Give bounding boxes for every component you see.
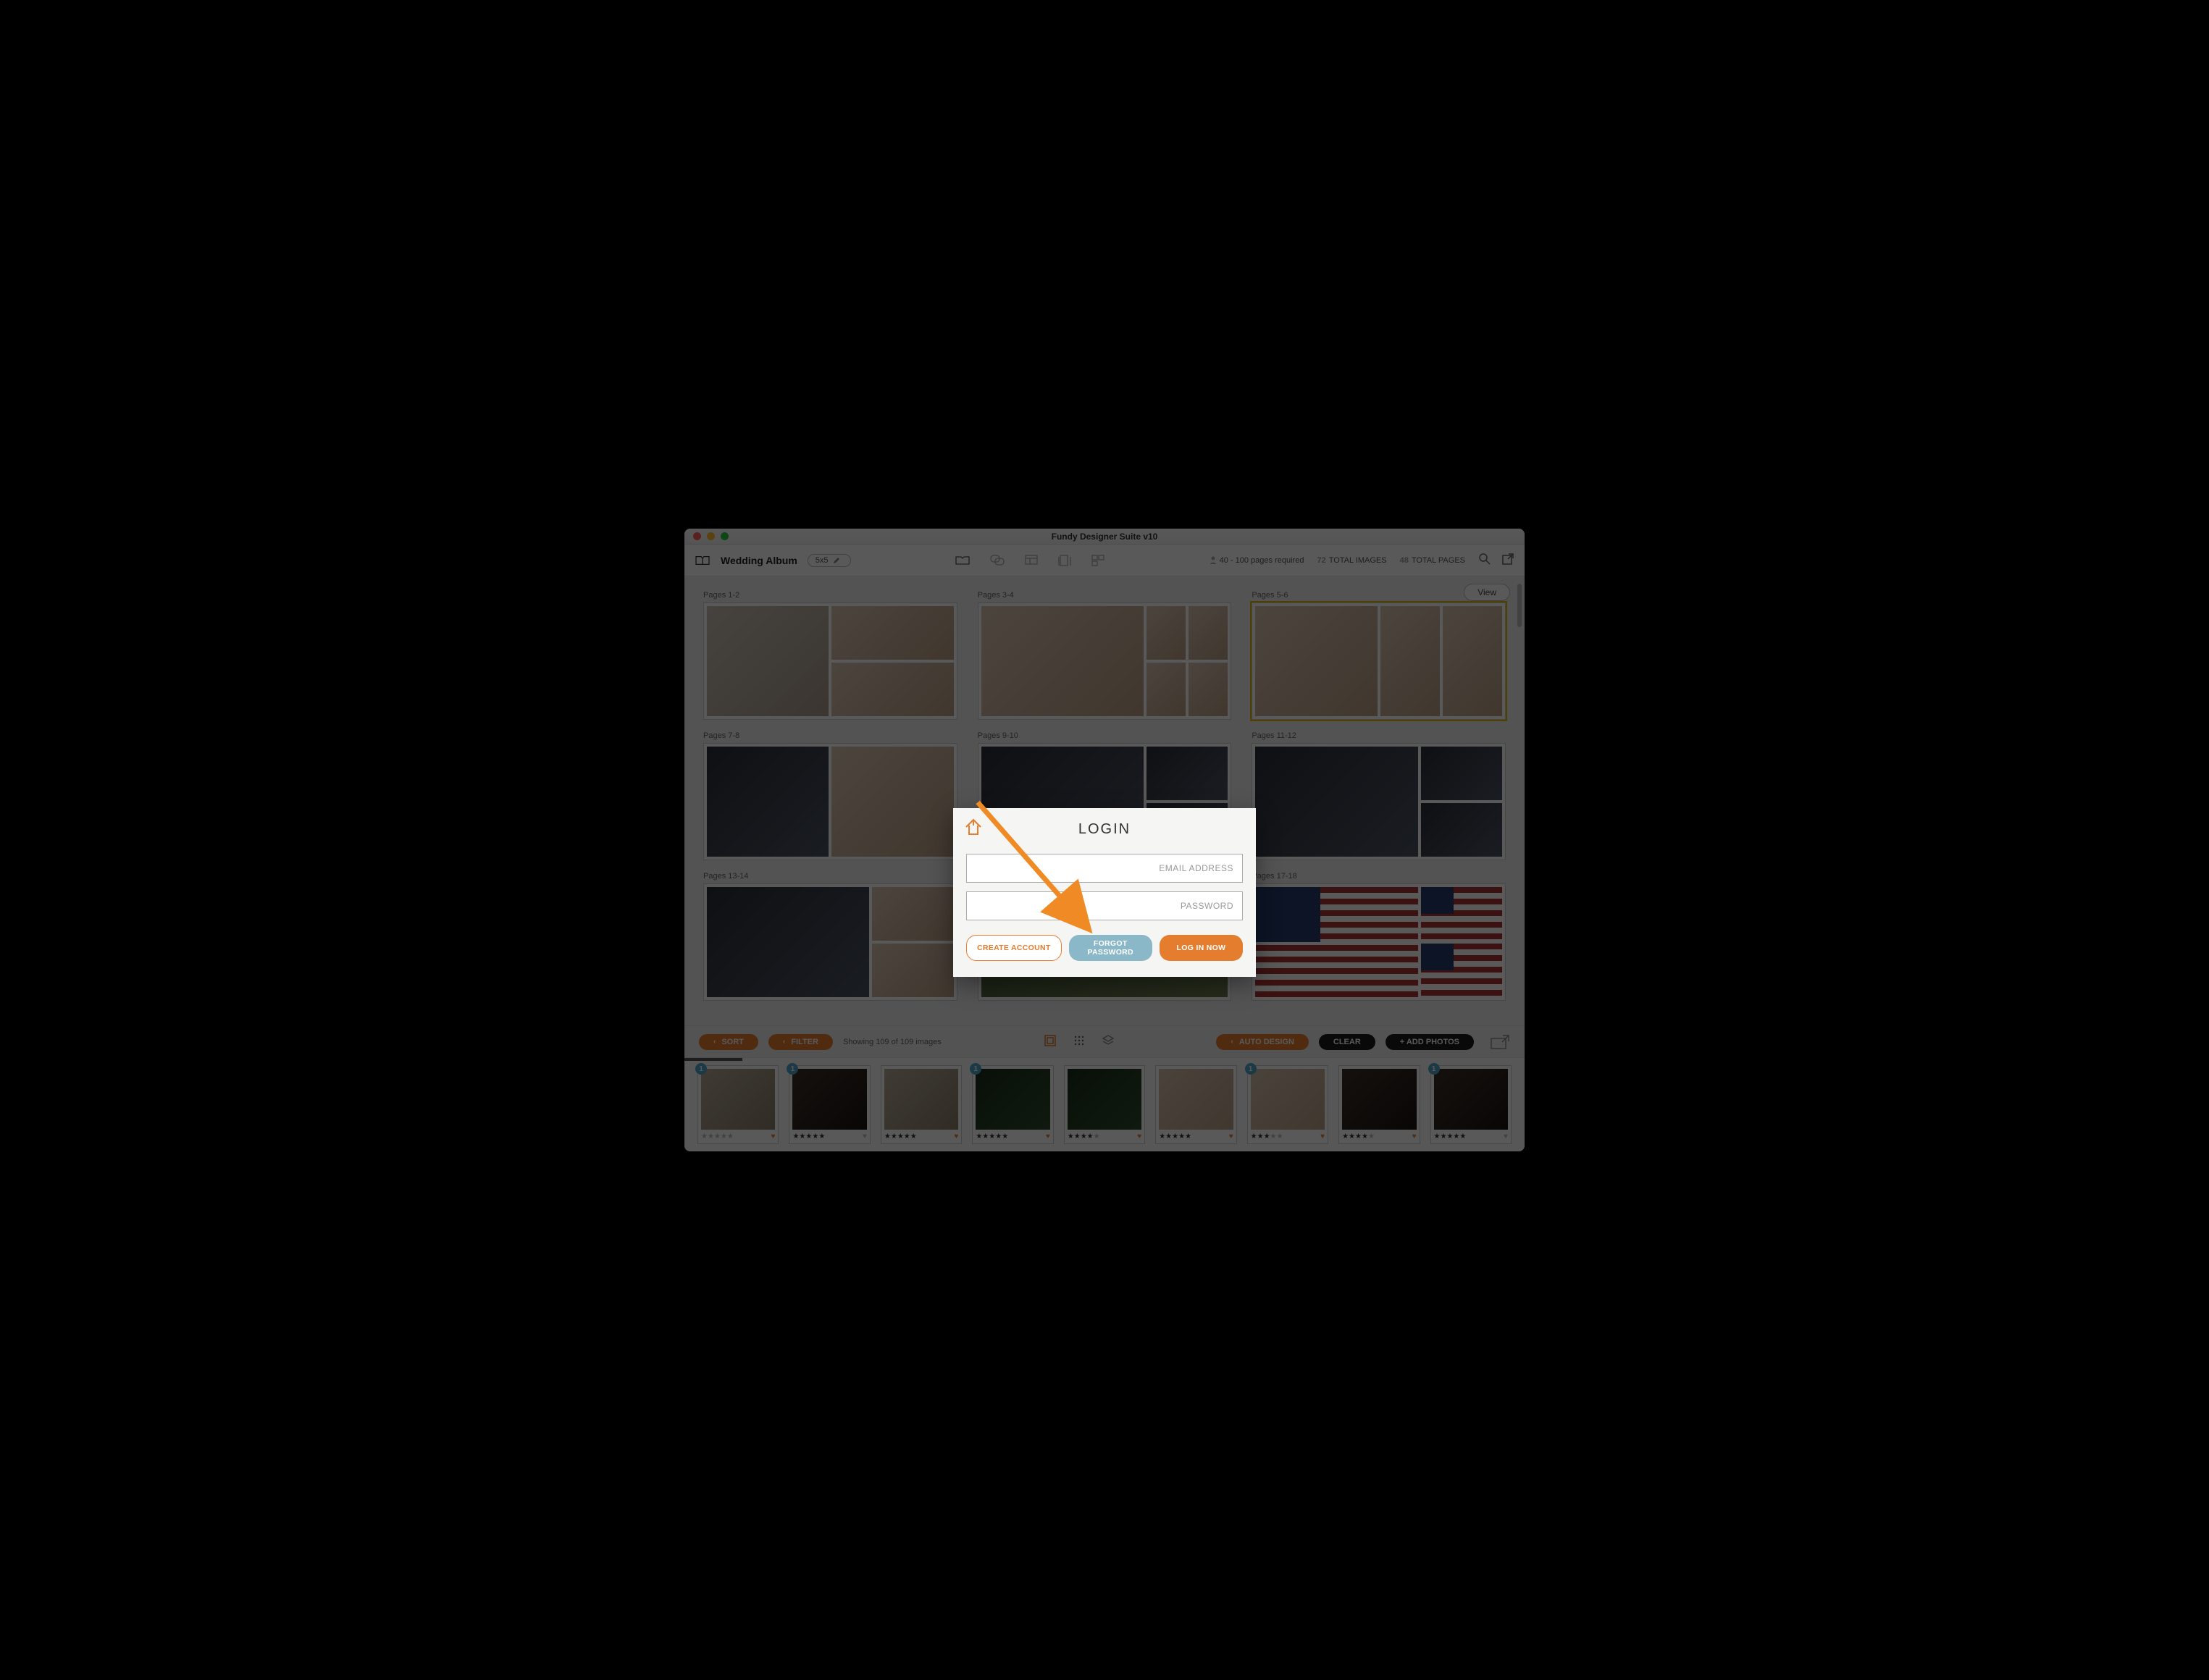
brand-logo-icon xyxy=(963,817,984,841)
password-field[interactable] xyxy=(966,891,1243,920)
forgot-password-button[interactable]: FORGOT PASSWORD xyxy=(1069,935,1152,961)
login-button[interactable]: LOG IN NOW xyxy=(1160,935,1243,961)
modal-button-row: CREATE ACCOUNT FORGOT PASSWORD LOG IN NO… xyxy=(966,935,1243,961)
create-account-button[interactable]: CREATE ACCOUNT xyxy=(966,935,1062,961)
login-modal: LOGIN CREATE ACCOUNT FORGOT PASSWORD LOG… xyxy=(953,808,1256,977)
email-field[interactable] xyxy=(966,854,1243,883)
modal-title: LOGIN xyxy=(966,821,1243,838)
